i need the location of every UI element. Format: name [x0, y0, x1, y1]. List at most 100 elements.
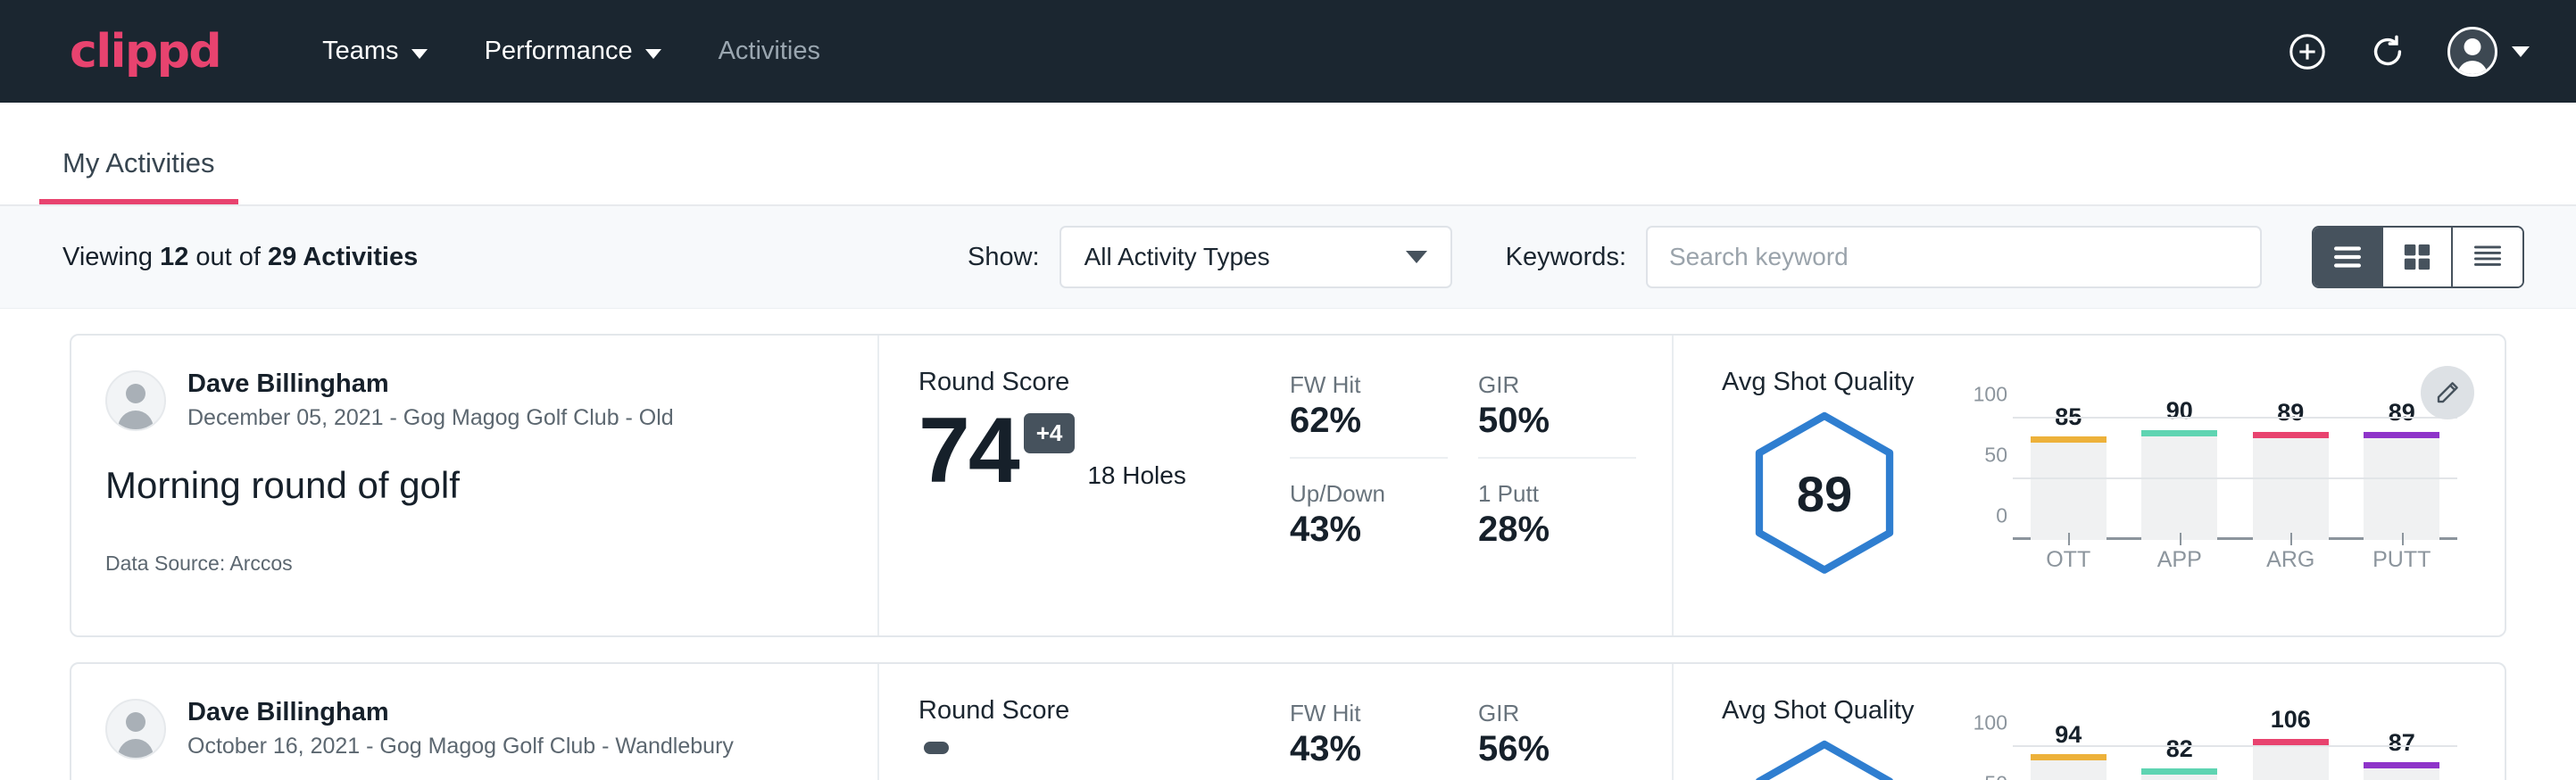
player-name: Dave Billingham — [187, 696, 734, 728]
nav-item-performance[interactable]: Performance — [456, 37, 690, 66]
chart-bar-group: 87 — [2353, 734, 2451, 780]
hex-score-badge — [1722, 734, 1927, 780]
viewing-count-text: Viewing 12 out of 29 Activities — [62, 243, 418, 272]
chart-plot-area: 94 82 106 87 — [2013, 734, 2457, 780]
grid-icon — [2399, 239, 2435, 275]
round-score-section: Round Score 74 +4 18 Holes — [879, 336, 1254, 635]
viewing-count: 12 — [160, 243, 188, 271]
plus-circle-icon[interactable] — [2287, 31, 2328, 72]
avg-shot-quality-value — [1750, 740, 1899, 780]
tab-my-activities[interactable]: My Activities — [39, 147, 238, 204]
chart-y-axis: 050100 — [1957, 734, 2007, 780]
stats-grid: FW Hit 43% GIR 56% — [1290, 700, 1636, 780]
round-score-label: Round Score — [918, 696, 1218, 726]
nav-item-label: Performance — [485, 37, 633, 66]
holes-label: 18 Holes — [1087, 461, 1186, 497]
chart-y-tick: 50 — [1984, 443, 2007, 467]
shot-quality-bar-chart: 050100 948210687 OTTAPPARGPUTT — [1957, 734, 2457, 780]
activity-type-select[interactable]: All Activity Types — [1059, 226, 1452, 288]
view-toggle-group — [2312, 226, 2524, 288]
profile-header: Dave Billingham October 16, 2021 - Gog M… — [105, 696, 842, 762]
chart-bar-value-label: 90 — [2166, 397, 2193, 425]
chart-x-label-wrap: OTT — [2019, 547, 2117, 573]
nav-item-teams[interactable]: Teams — [294, 37, 455, 66]
shot-quality-section: Avg Shot Quality 89 050100 85908989 — [1674, 336, 2505, 635]
chart-bars: 94 82 106 87 — [2013, 734, 2457, 780]
refresh-icon[interactable] — [2367, 31, 2408, 72]
chart-bar — [2141, 768, 2217, 780]
account-avatar-icon — [2447, 27, 2497, 77]
activity-card[interactable]: Dave Billingham December 05, 2021 - Gog … — [70, 334, 2506, 637]
account-menu[interactable] — [2447, 27, 2530, 77]
chart-x-label-wrap: PUTT — [2353, 547, 2451, 573]
chart-gridline — [2013, 745, 2457, 747]
chart-bar-group: 106 — [2241, 734, 2339, 780]
top-navbar: clippd Teams Performance Activities — [0, 0, 2576, 103]
chart-x-tick — [2068, 533, 2070, 545]
round-score-label: Round Score — [918, 368, 1218, 397]
edit-activity-button[interactable] — [2421, 366, 2474, 419]
chart-x-label-wrap: APP — [2131, 547, 2229, 573]
search-input[interactable] — [1646, 226, 2262, 288]
chevron-down-icon — [411, 49, 428, 59]
chart-gridline — [2013, 477, 2457, 479]
activity-meta: October 16, 2021 - Gog Magog Golf Club -… — [187, 732, 734, 762]
chart-plot-area: 85908989 — [2013, 406, 2457, 540]
chart-y-tick: 0 — [1996, 504, 2007, 528]
stat-value: 50% — [1478, 401, 1636, 441]
nav-item-label: Activities — [719, 37, 820, 66]
chart-x-label: OTT — [2019, 547, 2117, 573]
chart-bar-group: 82 — [2131, 734, 2229, 780]
chart-bars: 85908989 — [2013, 406, 2457, 540]
chevron-down-icon — [1406, 251, 1427, 263]
avatar — [105, 370, 166, 431]
chart-x-tick — [2180, 533, 2181, 545]
view-toggle-list[interactable] — [2314, 228, 2383, 286]
stat-label: 1 Putt — [1478, 480, 1636, 508]
chart-bar-group: 89 — [2353, 406, 2451, 540]
stat-label: FW Hit — [1290, 700, 1448, 727]
chart-x-label: PUTT — [2353, 547, 2451, 573]
chart-x-tick — [2402, 533, 2404, 545]
chart-x-tick — [2290, 533, 2292, 545]
chart-bar — [2253, 432, 2329, 540]
stat-value: 43% — [1290, 510, 1448, 550]
shot-quality-bar-chart: 050100 85908989 OTTAPPARGPUTT — [1957, 406, 2457, 585]
round-score-section: Round Score — [879, 664, 1254, 780]
keywords-label: Keywords: — [1506, 243, 1626, 272]
show-label: Show: — [968, 243, 1040, 272]
nav-actions — [2287, 27, 2530, 77]
activity-meta: December 05, 2021 - Gog Magog Golf Club … — [187, 403, 674, 434]
view-toggle-compact[interactable] — [2453, 228, 2522, 286]
chart-bar — [2141, 430, 2217, 540]
stats-section: FW Hit 43% GIR 56% — [1254, 664, 1674, 780]
chart-x-label: APP — [2131, 547, 2229, 573]
quality-row: 050100 948210687 OTTAPPARGPUTT — [1722, 734, 2469, 780]
activity-list: Dave Billingham December 05, 2021 - Gog … — [0, 309, 2576, 780]
round-score-row: 74 +4 18 Holes — [918, 404, 1218, 497]
round-score-row — [918, 733, 1218, 754]
chart-bar-group: 94 — [2019, 734, 2117, 780]
chart-bar-value-label: 106 — [2271, 706, 2311, 734]
chart-bar-value-label: 89 — [2389, 399, 2415, 427]
chevron-down-icon — [645, 49, 661, 59]
stat-one-putt: 1 Putt 28% — [1478, 480, 1636, 559]
activity-title: Morning round of golf — [105, 464, 842, 507]
stat-label: GIR — [1478, 371, 1636, 399]
nav-item-label: Teams — [322, 37, 398, 66]
card-profile-section: Dave Billingham October 16, 2021 - Gog M… — [71, 664, 879, 780]
stat-fw-hit: FW Hit 43% — [1290, 700, 1448, 780]
hex-score-badge: 89 — [1722, 406, 1927, 576]
avg-shot-quality-label: Avg Shot Quality — [1722, 696, 2469, 726]
stat-fw-hit: FW Hit 62% — [1290, 371, 1448, 459]
app-logo[interactable]: clippd — [70, 25, 220, 79]
stat-label: GIR — [1478, 700, 1636, 727]
view-toggle-grid[interactable] — [2383, 228, 2453, 286]
nav-item-activities[interactable]: Activities — [690, 37, 849, 66]
card-profile-section: Dave Billingham December 05, 2021 - Gog … — [71, 336, 879, 635]
stat-value: 56% — [1478, 729, 1636, 769]
quality-row: 89 050100 85908989 OTTAPPARGPUTT — [1722, 406, 2469, 585]
score-differential-badge: +4 — [1024, 413, 1076, 453]
activity-card[interactable]: Dave Billingham October 16, 2021 - Gog M… — [70, 662, 2506, 780]
tab-label: My Activities — [62, 147, 215, 178]
